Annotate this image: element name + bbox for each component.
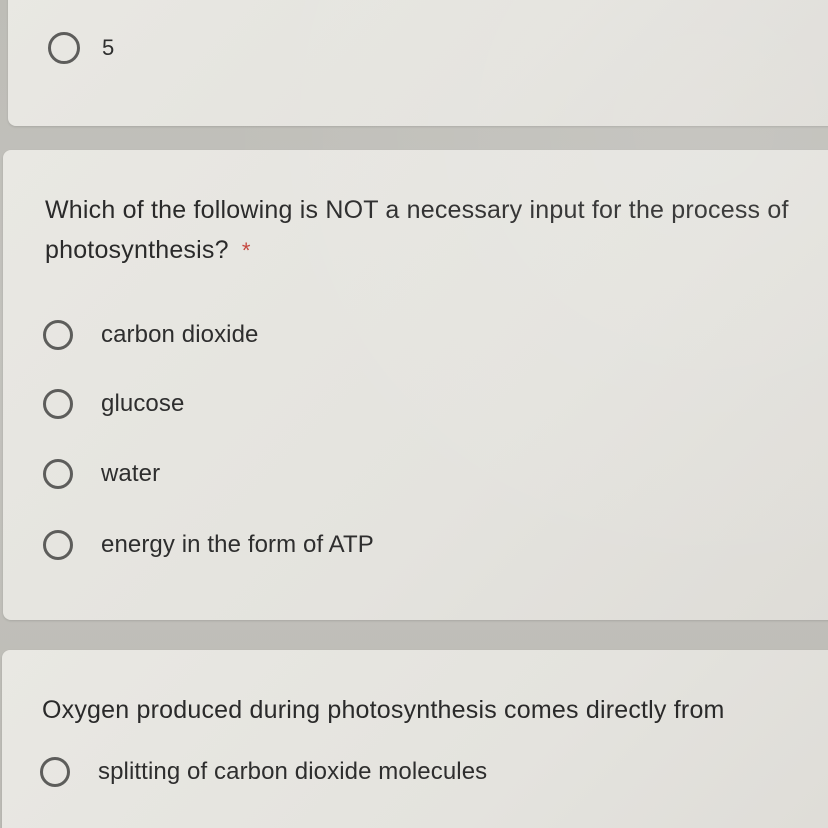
radio-button-unchecked-icon[interactable] — [43, 320, 73, 350]
radio-button-unchecked-icon[interactable] — [43, 389, 73, 419]
required-marker: * — [241, 238, 251, 263]
option-glucose[interactable]: glucose — [43, 384, 184, 424]
question-text-line-2: photosynthesis? — [45, 236, 229, 264]
option-label: splitting of carbon dioxide molecules — [98, 758, 488, 785]
option-label: glucose — [101, 390, 185, 417]
option-label: water — [101, 460, 161, 487]
radio-button-unchecked-icon[interactable] — [43, 530, 73, 560]
question-text-line-1: Which of the following is NOT a necessar… — [45, 196, 789, 224]
option-label: energy in the form of ATP — [101, 531, 374, 558]
question-title: Oxygen produced during photosynthesis co… — [42, 690, 725, 730]
oxygen-source-question-card: Oxygen produced during photosynthesis co… — [2, 650, 828, 828]
option-splitting-carbon-dioxide[interactable]: splitting of carbon dioxide molecules — [40, 752, 487, 792]
radio-button-unchecked-icon[interactable] — [43, 459, 73, 489]
radio-button-unchecked-icon[interactable] — [40, 757, 70, 787]
option-carbon-dioxide[interactable]: carbon dioxide — [43, 315, 259, 355]
radio-button-unchecked-icon[interactable] — [48, 32, 80, 64]
option-label: 5 — [102, 35, 115, 60]
question-title: Which of the following is NOT a necessar… — [45, 190, 789, 271]
option-5[interactable]: 5 — [48, 28, 114, 68]
photosynthesis-input-question-card: Which of the following is NOT a necessar… — [3, 150, 828, 620]
question-text: Oxygen produced during photosynthesis co… — [42, 696, 725, 724]
option-energy-atp[interactable]: energy in the form of ATP — [43, 525, 374, 565]
option-water[interactable]: water — [43, 454, 160, 494]
form-page: 5 Which of the following is NOT a necess… — [0, 0, 828, 828]
option-label: carbon dioxide — [101, 321, 259, 348]
previous-question-card: 5 — [8, 0, 828, 126]
